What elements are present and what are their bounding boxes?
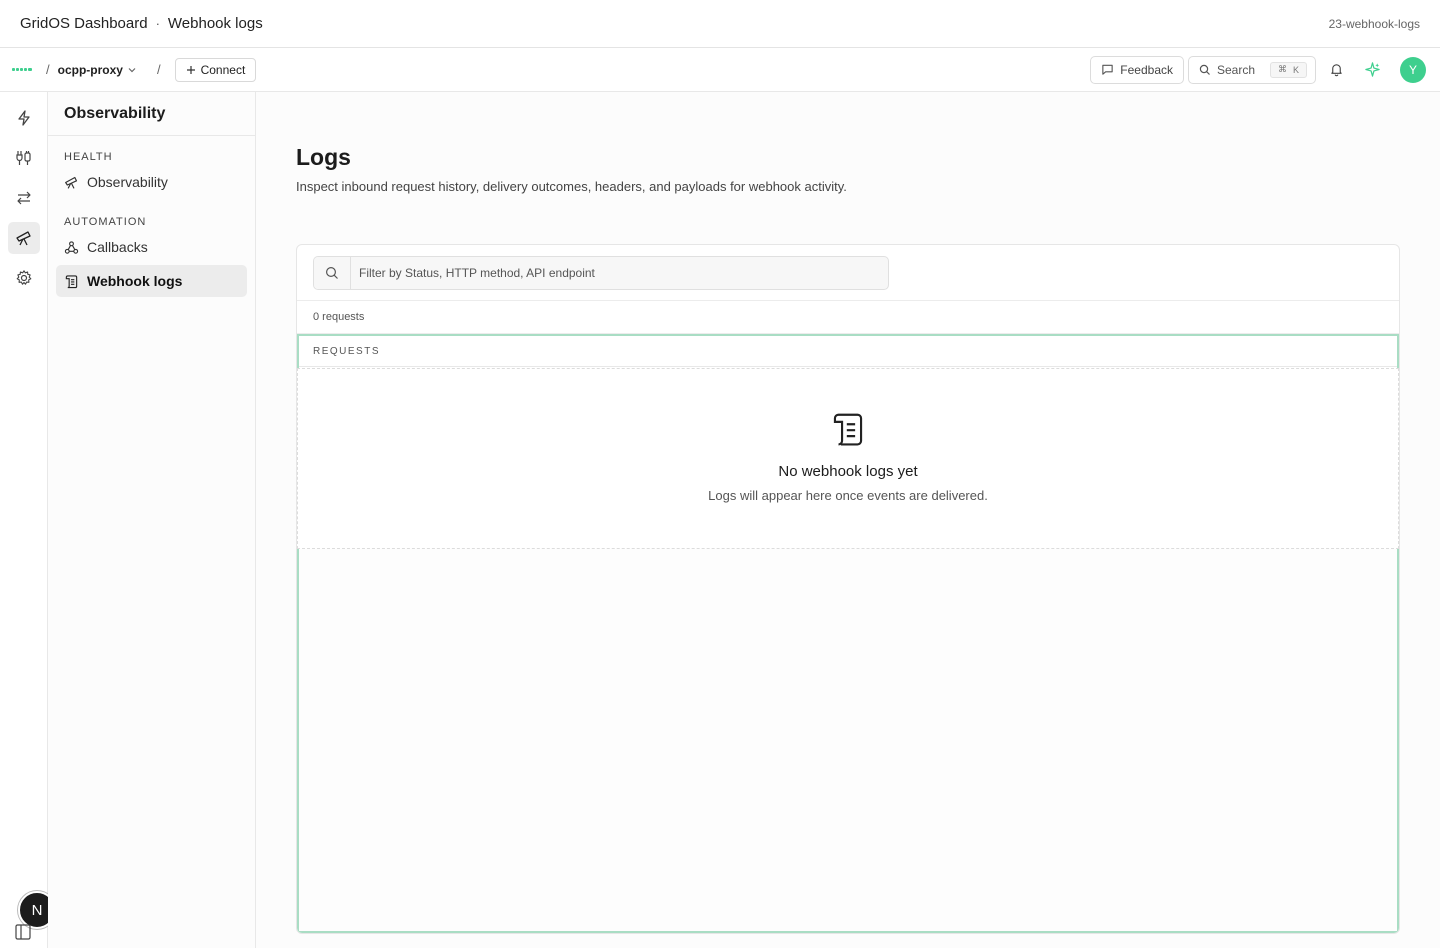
search-shortcut: ⌘ K — [1269, 61, 1307, 78]
section-label-automation: AUTOMATION — [64, 216, 147, 228]
k-key: K — [1292, 64, 1299, 75]
notifications-button[interactable] — [1320, 56, 1352, 84]
sidebar-item-callbacks[interactable]: Callbacks — [56, 231, 247, 263]
sidebar-item-label: Observability — [87, 174, 168, 190]
request-count: 0 requests — [297, 301, 1399, 334]
nav-right-group: Feedback Search ⌘ K Y — [1090, 55, 1428, 84]
rail-item-settings[interactable] — [8, 262, 40, 294]
sidebar-item-label: Callbacks — [87, 239, 148, 255]
logs-card: 0 requests REQUESTS No webhook logs yet … — [296, 244, 1400, 934]
lightning-icon — [18, 110, 30, 126]
connect-label: Connect — [200, 62, 246, 77]
gear-icon — [16, 270, 32, 285]
arrows-left-right-icon — [17, 191, 31, 205]
sidebar-title: Observability — [48, 92, 255, 136]
sidebar-item-label: Webhook logs — [87, 273, 183, 289]
panel-left-icon — [15, 924, 31, 940]
window-page-name: Webhook logs — [167, 15, 263, 32]
search-icon — [1199, 64, 1210, 75]
scroll-text-icon — [833, 413, 863, 446]
requests-table: REQUESTS No webhook logs yet Logs will a… — [297, 334, 1399, 933]
feedback-label: Feedback — [1120, 62, 1173, 77]
rail-item-integrations[interactable] — [8, 142, 40, 174]
telescope-icon — [16, 231, 31, 246]
breadcrumb-slash: / — [156, 62, 161, 77]
empty-state: No webhook logs yet Logs will appear her… — [297, 368, 1399, 549]
page-title: Logs — [296, 144, 351, 170]
empty-state-subtitle: Logs will appear here once events are de… — [708, 488, 988, 503]
rail-item-functions[interactable] — [8, 102, 40, 134]
brand-logo-icon[interactable] — [12, 67, 32, 73]
table-body — [299, 549, 1397, 931]
plug-icon — [16, 151, 31, 165]
project-name: ocpp-proxy — [57, 62, 123, 77]
search-icon — [314, 256, 351, 289]
search-button[interactable]: Search ⌘ K — [1188, 55, 1316, 84]
filter-input[interactable] — [351, 265, 871, 280]
user-avatar[interactable]: Y — [1400, 56, 1426, 83]
window-titlebar: GridOS Dashboard · Webhook logs 23-webho… — [0, 0, 1440, 48]
feedback-button[interactable]: Feedback — [1090, 55, 1184, 84]
telescope-icon — [65, 176, 78, 189]
scroll-text-icon — [65, 274, 78, 288]
assistant-button[interactable] — [1356, 56, 1388, 84]
rail-item-observability[interactable] — [8, 222, 40, 254]
filter-box — [313, 255, 889, 290]
bell-icon — [1330, 64, 1342, 77]
filter-row — [297, 245, 1399, 301]
main-content: Logs Inspect inbound request history, de… — [256, 92, 1440, 948]
branch-label: 23-webhook-logs — [1328, 16, 1420, 31]
title-separator: · — [155, 16, 160, 31]
cmd-key: ⌘ — [1277, 64, 1287, 74]
top-nav: / ocpp-proxy / Connect Feedback Search ⌘… — [0, 48, 1440, 92]
message-square-icon — [1102, 64, 1113, 75]
table-header-requests: REQUESTS — [299, 336, 1397, 367]
page-description: Inspect inbound request history, deliver… — [296, 179, 847, 194]
sidebar-item-observability[interactable]: Observability — [56, 166, 247, 198]
panel-toggle-button[interactable] — [14, 923, 32, 946]
chevron-down-icon — [128, 67, 136, 72]
connect-button[interactable]: Connect — [174, 57, 257, 82]
sparkles-icon — [1364, 62, 1380, 77]
breadcrumb-slash: / — [46, 62, 50, 77]
app-name: GridOS Dashboard — [20, 15, 148, 32]
empty-state-title: No webhook logs yet — [778, 463, 918, 480]
section-label-health: HEALTH — [64, 151, 113, 163]
rail-item-transfers[interactable] — [8, 182, 40, 214]
search-label: Search — [1217, 62, 1256, 77]
project-selector[interactable]: ocpp-proxy — [58, 63, 137, 77]
sidebar-item-webhook-logs[interactable]: Webhook logs — [56, 265, 247, 297]
webhook-icon — [64, 240, 79, 254]
icon-rail: N — [0, 92, 56, 948]
sidebar: Observability HEALTH Observability AUTOM… — [48, 92, 256, 948]
plus-icon — [186, 65, 195, 74]
